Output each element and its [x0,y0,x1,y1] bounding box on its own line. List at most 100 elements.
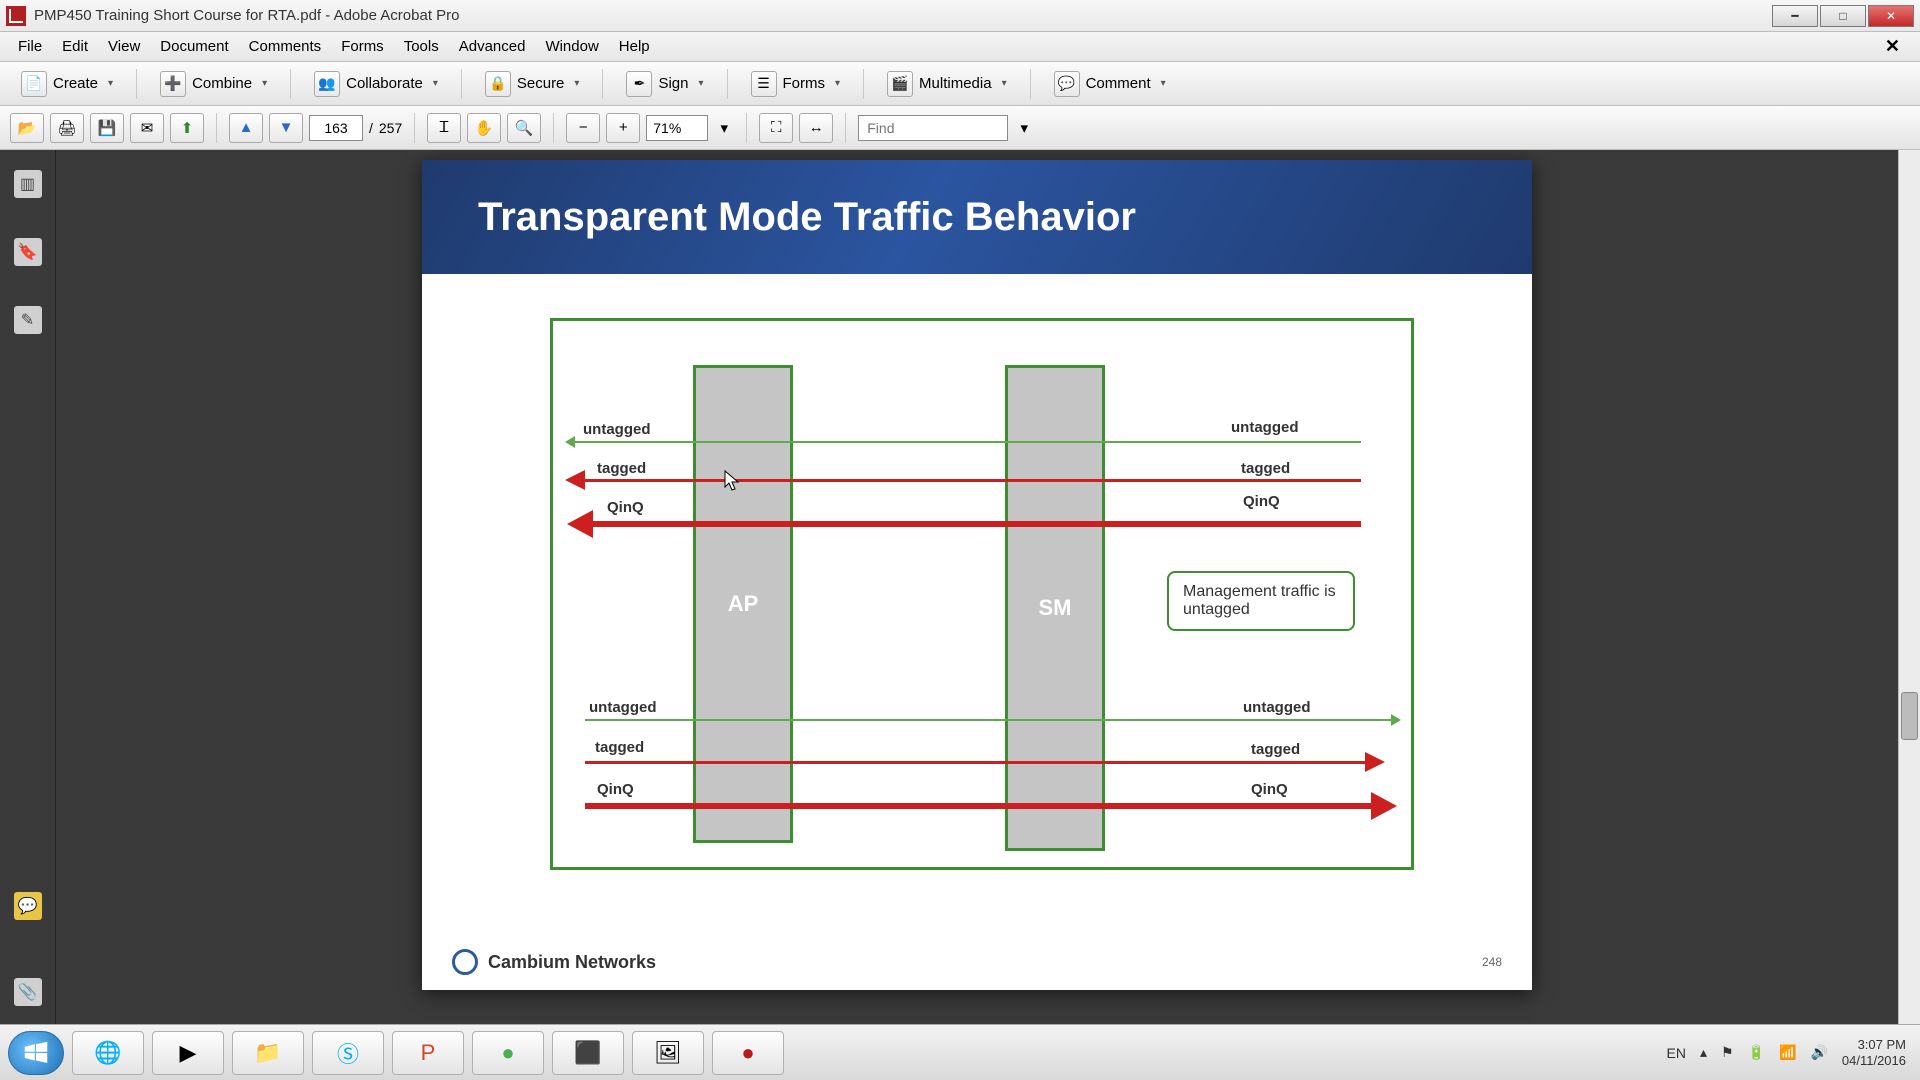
task-recorder[interactable]: ● [712,1031,784,1075]
multimedia-button[interactable]: 🎬Multimedia [876,66,1018,102]
label-qinq-bot-right: QinQ [1251,781,1288,798]
task-skype[interactable]: Ⓢ [312,1031,384,1075]
collaborate-label: Collaborate [346,75,423,92]
tray-flag-icon[interactable]: ⚑ [1721,1044,1734,1061]
page-number-input[interactable] [309,115,363,141]
zoom-level-input[interactable] [646,115,708,141]
task-explorer[interactable]: 📁 [232,1031,304,1075]
pages-panel-icon[interactable]: ▥ [14,170,42,198]
task-powerpoint[interactable]: P [392,1031,464,1075]
fit-width-button[interactable]: ↔ [799,113,833,143]
primary-toolbar: 📄Create ➕Combine 👥Collaborate 🔒Secure ✒S… [0,62,1920,106]
create-button[interactable]: 📄Create [10,66,124,102]
menu-help[interactable]: Help [609,34,660,59]
multimedia-label: Multimedia [919,75,992,92]
combine-button[interactable]: ➕Combine [149,66,278,102]
tray-network-icon[interactable]: 📶 [1779,1044,1796,1061]
tray-volume-icon[interactable]: 🔊 [1810,1044,1827,1061]
menu-view[interactable]: View [98,34,150,59]
language-indicator[interactable]: EN [1667,1045,1686,1061]
separator [602,69,603,99]
page-total: 257 [379,120,402,136]
separator [727,69,728,99]
comment-button[interactable]: 💬Comment [1043,66,1177,102]
label-untagged-top-right: untagged [1231,419,1299,436]
task-photos[interactable]: 🖼 [632,1031,704,1075]
sign-button[interactable]: ✒Sign [615,66,714,102]
line-qinq-bottom [585,803,1373,809]
task-green-app[interactable]: ● [472,1031,544,1075]
email-button[interactable]: ✉ [130,113,164,143]
sm-box: SM [1005,365,1105,851]
left-rail: ▥ 🔖 ✎ 💬 📎 [0,150,56,1024]
line-tagged-top [577,479,1361,482]
brand-logo: Cambium Networks [452,949,656,975]
arrow-right-red-icon [1365,752,1385,772]
separator [863,69,864,99]
tray-clock[interactable]: 3:07 PM 04/11/2016 [1842,1037,1912,1068]
secure-label: Secure [517,75,565,92]
tray-battery-icon[interactable]: 🔋 [1748,1044,1765,1061]
menu-advanced[interactable]: Advanced [449,34,536,59]
prev-page-button[interactable]: ▲ [229,113,263,143]
pen-icon: ✒ [626,71,652,97]
hand-tool-button[interactable]: ✋ [467,113,501,143]
secure-button[interactable]: 🔒Secure [474,66,591,102]
forms-button[interactable]: ☰Forms [740,66,852,102]
next-page-button[interactable]: ▼ [269,113,303,143]
tray-date: 04/11/2016 [1842,1053,1906,1069]
menu-file[interactable]: File [8,34,52,59]
marquee-zoom-button[interactable]: 🔍 [507,113,541,143]
task-media-player[interactable]: ▶ [152,1031,224,1075]
taskbar: 🌐 ▶ 📁 Ⓢ P ● ⬛ 🖼 ● EN ▴ ⚑ 🔋 📶 🔊 3:07 PM 0… [0,1024,1920,1080]
slide-title: Transparent Mode Traffic Behavior [422,160,1532,274]
find-dropdown[interactable]: ▾ [1014,113,1034,143]
label-qinq-top-right: QinQ [1243,493,1280,510]
separator [746,113,747,143]
menu-tools[interactable]: Tools [394,34,449,59]
create-label: Create [53,75,98,92]
separator [136,69,137,99]
zoom-dropdown[interactable]: ▾ [714,113,734,143]
menu-window[interactable]: Window [535,34,608,59]
find-input[interactable] [858,115,1008,141]
forms-icon: ☰ [751,71,777,97]
collaborate-icon: 👥 [314,71,340,97]
select-tool-button[interactable]: Ꮖ [427,113,461,143]
task-ie[interactable]: 🌐 [72,1031,144,1075]
window-title: PMP450 Training Short Course for RTA.pdf… [34,7,460,24]
save-button[interactable]: 💾 [90,113,124,143]
separator [1030,69,1031,99]
start-button[interactable] [8,1031,64,1075]
menu-comments[interactable]: Comments [239,34,332,59]
task-acrobat[interactable]: ⬛ [552,1031,624,1075]
tray-chevron-up-icon[interactable]: ▴ [1700,1044,1707,1061]
brand-name: Cambium Networks [488,952,656,973]
callout-management-traffic: Management traffic is untagged [1167,571,1355,631]
page-canvas[interactable]: Transparent Mode Traffic Behavior AP SM … [56,150,1898,1024]
window-maximize-button[interactable]: □ [1820,5,1866,27]
vertical-scrollbar[interactable] [1898,150,1920,1024]
print-button[interactable]: 🖨 [50,113,84,143]
window-close-button[interactable]: ✕ [1868,5,1914,27]
comments-panel-icon[interactable]: 💬 [14,892,42,920]
window-titlebar: PMP450 Training Short Course for RTA.pdf… [0,0,1920,32]
menu-edit[interactable]: Edit [52,34,98,59]
zoom-out-button[interactable]: − [566,113,600,143]
scrollbar-thumb[interactable] [1901,692,1918,740]
diagram-frame: AP SM untagged untagged tagged tagged Qi… [550,318,1414,870]
collaborate-button[interactable]: 👥 Collaborate [303,66,449,102]
label-tagged-bot-right: tagged [1251,741,1300,758]
menu-document[interactable]: Document [150,34,238,59]
open-button[interactable]: 📂 [10,113,44,143]
brand-mark-icon [452,949,478,975]
menu-forms[interactable]: Forms [331,34,394,59]
bookmarks-panel-icon[interactable]: 🔖 [14,238,42,266]
upload-button[interactable]: ⬆ [170,113,204,143]
document-close-button[interactable]: ✕ [1875,32,1910,61]
signatures-panel-icon[interactable]: ✎ [14,306,42,334]
fit-page-button[interactable]: ⛶ [759,113,793,143]
zoom-in-button[interactable]: + [606,113,640,143]
window-minimize-button[interactable]: ━ [1772,5,1818,27]
attachments-panel-icon[interactable]: 📎 [14,978,42,1006]
